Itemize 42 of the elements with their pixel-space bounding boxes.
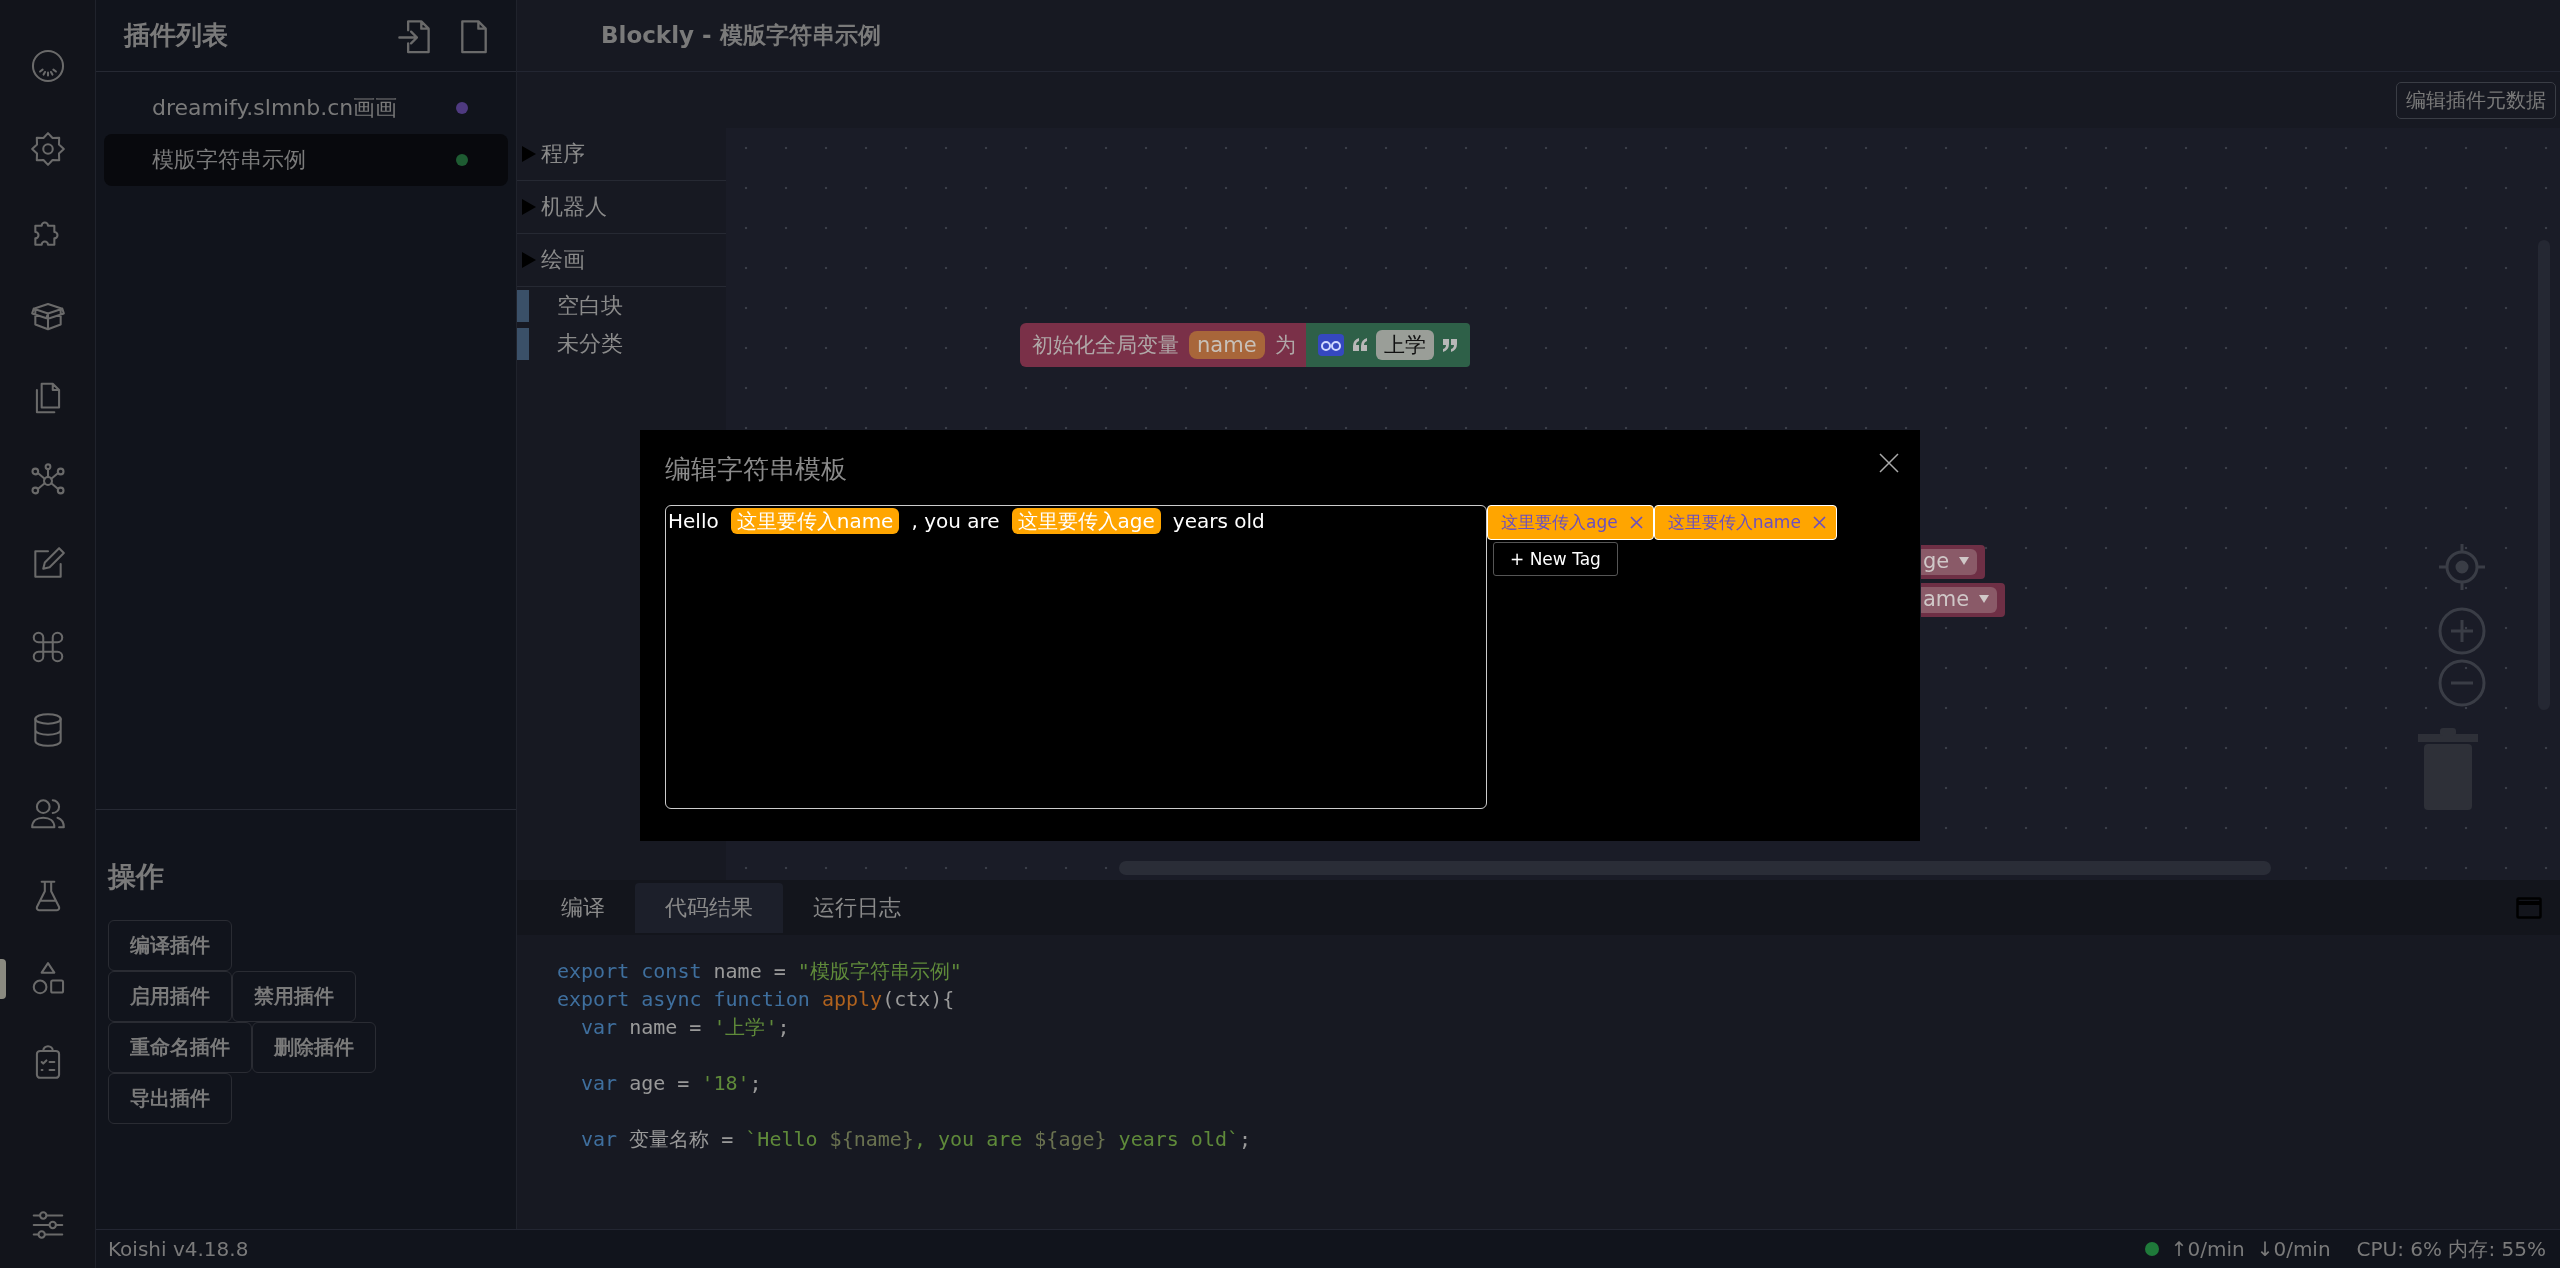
action-button[interactable]: 删除插件 xyxy=(252,1022,376,1073)
code-line: var age = '18'; xyxy=(581,1070,762,1097)
download-rate: ↓0/min xyxy=(2256,1237,2331,1261)
window-title: Blockly - 模版字符串示例 xyxy=(601,21,881,50)
variable-block: 初始化全局变量 name 为 上学 xyxy=(1020,323,1470,367)
caret-icon xyxy=(1979,595,1990,603)
plugin-item[interactable]: 模版字符串示例 xyxy=(104,134,508,186)
text-field[interactable]: 上学 xyxy=(1375,330,1434,360)
toolbox-category[interactable]: 空白块 xyxy=(517,287,726,325)
code-line: export async function apply(ctx){ xyxy=(557,986,955,1013)
action-button[interactable]: 禁用插件 xyxy=(232,971,356,1022)
panel-tab[interactable]: 代码结果 xyxy=(635,882,783,933)
panel-tab[interactable]: 运行日志 xyxy=(783,882,931,933)
tag[interactable]: 这里要传入age xyxy=(1487,505,1654,540)
settings-icon[interactable] xyxy=(28,129,67,168)
action-button[interactable]: 重命名插件 xyxy=(108,1022,252,1073)
resource-usage: CPU: 6% 内存: 55% xyxy=(2356,1235,2546,1263)
action-button[interactable]: 编译插件 xyxy=(108,920,232,971)
plugin-item[interactable]: dreamify.slmnb.cn画画 xyxy=(104,82,508,134)
variable-field[interactable]: name xyxy=(1189,331,1265,359)
variable-dropdown[interactable]: ge xyxy=(1921,549,1978,575)
toolbox-category[interactable]: 未分类 xyxy=(517,325,726,363)
edit-metadata-button[interactable]: 编辑插件元数据 xyxy=(2396,81,2556,119)
code-line: var name = '上学'; xyxy=(581,1014,790,1041)
code-line: export const name = "模版字符串示例" xyxy=(557,958,962,985)
action-button[interactable]: 启用插件 xyxy=(108,971,232,1022)
tag[interactable]: 这里要传入name xyxy=(1653,505,1837,540)
upload-rate: ↑0/min xyxy=(2170,1237,2245,1261)
quote-icon xyxy=(1351,338,1368,352)
quote-icon xyxy=(1441,338,1458,352)
version-label: Koishi v4.18.8 xyxy=(108,1237,250,1261)
section-title: 操作 xyxy=(108,859,165,895)
new-tag-button[interactable]: + New Tag xyxy=(1493,542,1618,576)
code-line: var 变量名称 = `Hello ${name}, you are ${age} years old`; xyxy=(581,1126,1252,1153)
close-icon[interactable] xyxy=(1878,452,1900,474)
action-button[interactable]: 导出插件 xyxy=(108,1073,232,1124)
panel-title: 插件列表 xyxy=(124,19,229,52)
variable-dropdown[interactable]: ame xyxy=(1921,587,1998,613)
panel-tab[interactable]: 编译 xyxy=(531,882,635,933)
dialog-title: 编辑字符串模板 xyxy=(665,453,847,486)
glasses-icon xyxy=(1317,334,1344,356)
caret-icon xyxy=(1959,557,1970,565)
